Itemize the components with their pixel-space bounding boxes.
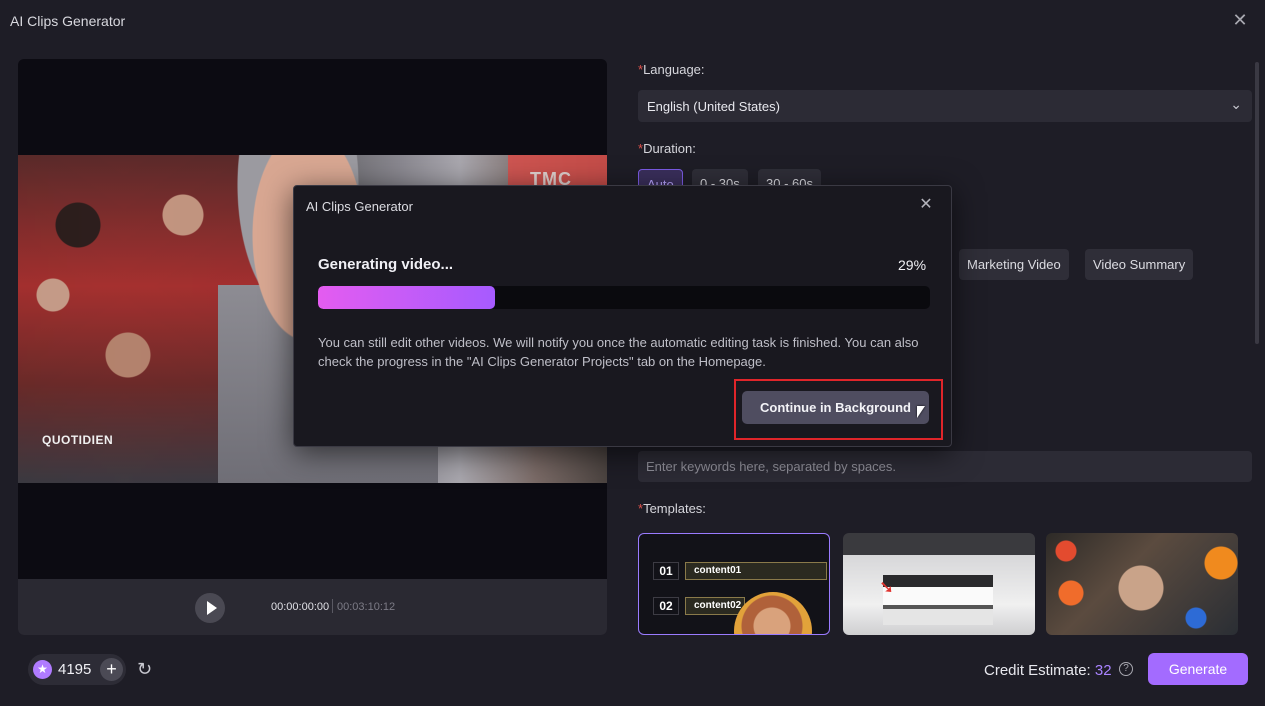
template-architecture[interactable]: ➘ [843,533,1035,635]
help-icon[interactable]: ? [1119,662,1133,676]
chevron-down-icon: ⌄ [1230,96,1242,112]
template-list-style[interactable]: 01 content01 02 content02 [638,533,830,635]
dialog-close-icon[interactable]: ✕ [916,195,936,215]
templates-label: *Templates: [638,501,706,516]
credits-value: 4195 [58,661,92,678]
dialog-title: AI Clips Generator [306,199,413,214]
show-watermark: QUOTIDIEN [42,433,114,447]
style-marketing-video[interactable]: Marketing Video [959,249,1069,280]
keywords-input[interactable] [638,451,1252,482]
add-credits-button[interactable]: + [100,658,123,681]
app-title: AI Clips Generator [10,13,126,29]
credit-estimate: Credit Estimate: 32 [984,662,1112,679]
credit-estimate-value: 32 [1094,662,1112,679]
template-house-image [883,575,993,625]
duration-label: *Duration: [638,141,696,156]
dialog-message: You can still edit other videos. We will… [318,335,919,369]
time-divider [332,599,333,613]
play-button[interactable] [195,593,225,623]
title-bar: AI Clips Generator ✕ [0,0,1265,42]
total-time: 00:03:10:12 [337,601,396,613]
mouse-cursor-icon [917,406,925,418]
credits-balance: ★ 4195 + [28,654,126,685]
progress-dialog: AI Clips Generator ✕ Generating video...… [293,185,952,447]
progress-fill [318,286,496,309]
refresh-icon[interactable]: ↻ [137,659,157,679]
current-time: 00:00:00:00 [271,601,330,613]
star-icon: ★ [33,660,52,679]
template-art-portrait[interactable] [1046,533,1238,635]
arrow-icon: ➘ [879,577,895,597]
generating-status: Generating video... [318,256,454,273]
window-close-icon[interactable]: ✕ [1230,10,1250,30]
continue-in-background-button[interactable]: Continue in Background [742,391,929,424]
language-label: *Language: [638,62,705,77]
style-video-summary[interactable]: Video Summary [1085,249,1194,280]
template-avatar [734,592,812,634]
progress-bar [318,286,930,309]
playback-controls: 00:00:00:00 00:03:10:12 [18,579,607,635]
language-value: English (United States) [647,99,780,114]
settings-scrollbar[interactable] [1255,62,1259,344]
generate-button[interactable]: Generate [1148,653,1248,685]
template-art-image [1046,533,1238,635]
progress-percent: 29% [898,257,927,273]
language-select[interactable]: English (United States) ⌄ [638,90,1252,122]
